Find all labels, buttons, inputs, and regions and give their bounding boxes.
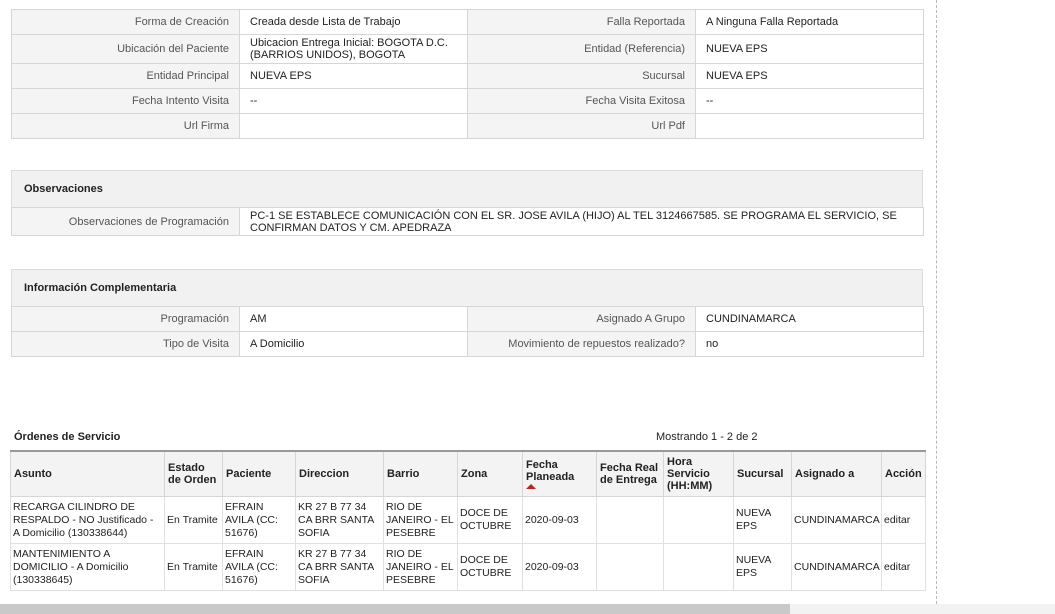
col-estado[interactable]: Estado de Orden (164, 450, 223, 497)
detail-value: -- (695, 88, 924, 114)
detail-value: no (695, 331, 924, 357)
complementaria-header: Información Complementaria (11, 269, 923, 307)
detail-value[interactable] (695, 113, 924, 139)
section-title: Información Complementaria (24, 282, 177, 294)
table-header-row: Asunto Estado de Orden Paciente Direccio… (10, 450, 926, 497)
cell-fecha-real (596, 496, 664, 544)
sort-asc-icon (526, 484, 536, 489)
detail-label: Asignado A Grupo (467, 306, 696, 332)
col-barrio[interactable]: Barrio (383, 450, 458, 497)
detail-label: Forma de Creación (11, 9, 240, 35)
cell-accion: editar (881, 543, 926, 591)
cell-asunto: MANTENIMIENTO A DOMICILIO - A Domicilio … (10, 543, 165, 591)
scrollbar-thumb[interactable] (0, 604, 790, 614)
cell-paciente: EFRAIN AVILA (CC: 51676) (222, 543, 296, 591)
cell-sucursal: NUEVA EPS (733, 496, 792, 544)
orders-title: Órdenes de Servicio (14, 431, 121, 443)
detail-row: Observaciones de Programación PC-1 SE ES… (11, 207, 924, 236)
observaciones-header: Observaciones (11, 170, 923, 208)
edit-link[interactable]: editar (884, 561, 910, 573)
detail-label: Entidad (Referencia) (467, 34, 696, 64)
table-row: MANTENIMIENTO A DOMICILIO - A Domicilio … (10, 543, 926, 591)
detail-label: Fecha Visita Exitosa (467, 88, 696, 114)
section-title: Observaciones (24, 183, 103, 195)
detail-label: Entidad Principal (11, 63, 240, 89)
detail-label: Falla Reportada (467, 9, 696, 35)
detail-row: Programación AM Asignado A Grupo CUNDINA… (11, 306, 924, 332)
detail-label: Tipo de Visita (11, 331, 240, 357)
col-fecha-planeada-label: Fecha Planeada (526, 459, 575, 483)
detail-label: Sucursal (467, 63, 696, 89)
horizontal-scrollbar[interactable] (0, 604, 1055, 614)
detail-value: NUEVA EPS (695, 34, 924, 64)
detail-value: AM (239, 306, 468, 332)
detail-value: A Ninguna Falla Reportada (695, 9, 924, 35)
cell-hora (663, 496, 734, 544)
cell-estado: En Tramite (164, 543, 223, 591)
detail-row: Entidad Principal NUEVA EPS Sucursal NUE… (11, 63, 924, 89)
cell-sucursal: NUEVA EPS (733, 543, 792, 591)
col-sucursal[interactable]: Sucursal (733, 450, 792, 497)
detail-value: CUNDINAMARCA (695, 306, 924, 332)
detail-value: Creada desde Lista de Trabajo (239, 9, 468, 35)
detail-label: Movimiento de repuestos realizado? (467, 331, 696, 357)
detail-row: Tipo de Visita A Domicilio Movimiento de… (11, 331, 924, 357)
cell-fecha: 2020-09-03 (522, 496, 597, 544)
cell-hora (663, 543, 734, 591)
detail-value: A Domicilio (239, 331, 468, 357)
detail-value: NUEVA EPS (695, 63, 924, 89)
col-direccion[interactable]: Direccion (295, 450, 384, 497)
detail-row: Url Firma Url Pdf (11, 113, 924, 139)
detail-label: Observaciones de Programación (11, 207, 240, 236)
cell-fecha-real (596, 543, 664, 591)
cell-paciente: EFRAIN AVILA (CC: 51676) (222, 496, 296, 544)
col-asunto[interactable]: Asunto (10, 450, 165, 497)
cell-direccion: KR 27 B 77 34 CA BRR SANTA SOFIA (295, 543, 384, 591)
detail-label: Url Pdf (467, 113, 696, 139)
orders-table: Asunto Estado de Orden Paciente Direccio… (10, 450, 926, 591)
complementaria-grid: Programación AM Asignado A Grupo CUNDINA… (11, 306, 924, 357)
cell-zona: DOCE DE OCTUBRE (457, 543, 523, 591)
col-zona[interactable]: Zona (457, 450, 523, 497)
edit-link[interactable]: editar (884, 514, 910, 526)
detail-value[interactable] (239, 113, 468, 139)
detail-value: Ubicacion Entrega Inicial: BOGOTA D.C. (… (239, 34, 468, 64)
detail-label: Url Firma (11, 113, 240, 139)
col-paciente[interactable]: Paciente (222, 450, 296, 497)
table-row: RECARGA CILINDRO DE RESPALDO - NO Justif… (10, 496, 926, 544)
cell-barrio: RIO DE JANEIRO - EL PESEBRE (383, 496, 458, 544)
cell-asignado: CUNDINAMARCA (791, 496, 882, 544)
cell-asunto: RECARGA CILINDRO DE RESPALDO - NO Justif… (10, 496, 165, 544)
col-fecha-planeada[interactable]: Fecha Planeada (522, 450, 597, 497)
observaciones-grid: Observaciones de Programación PC-1 SE ES… (11, 207, 924, 236)
divider (936, 0, 937, 604)
col-hora[interactable]: Hora Servicio (HH:MM) (663, 450, 734, 497)
cell-barrio: RIO DE JANEIRO - EL PESEBRE (383, 543, 458, 591)
cell-estado: En Tramite (164, 496, 223, 544)
detail-value: PC-1 SE ESTABLECE COMUNICACIÓN CON EL SR… (239, 207, 924, 236)
detail-row: Forma de Creación Creada desde Lista de … (11, 9, 924, 35)
detail-row: Fecha Intento Visita -- Fecha Visita Exi… (11, 88, 924, 114)
detail-row: Ubicación del Paciente Ubicacion Entrega… (11, 34, 924, 64)
cell-accion: editar (881, 496, 926, 544)
detail-label: Programación (11, 306, 240, 332)
details-grid: Forma de Creación Creada desde Lista de … (11, 9, 924, 139)
col-fecha-real[interactable]: Fecha Real de Entrega (596, 450, 664, 497)
cell-direccion: KR 27 B 77 34 CA BRR SANTA SOFIA (295, 496, 384, 544)
cell-fecha: 2020-09-03 (522, 543, 597, 591)
detail-label: Ubicación del Paciente (11, 34, 240, 64)
orders-count: Mostrando 1 - 2 de 2 (656, 431, 758, 443)
detail-value: NUEVA EPS (239, 63, 468, 89)
detail-value: -- (239, 88, 468, 114)
cell-asignado: CUNDINAMARCA (791, 543, 882, 591)
col-accion: Acción (881, 450, 926, 497)
detail-label: Fecha Intento Visita (11, 88, 240, 114)
cell-zona: DOCE DE OCTUBRE (457, 496, 523, 544)
col-asignado[interactable]: Asignado a (791, 450, 882, 497)
